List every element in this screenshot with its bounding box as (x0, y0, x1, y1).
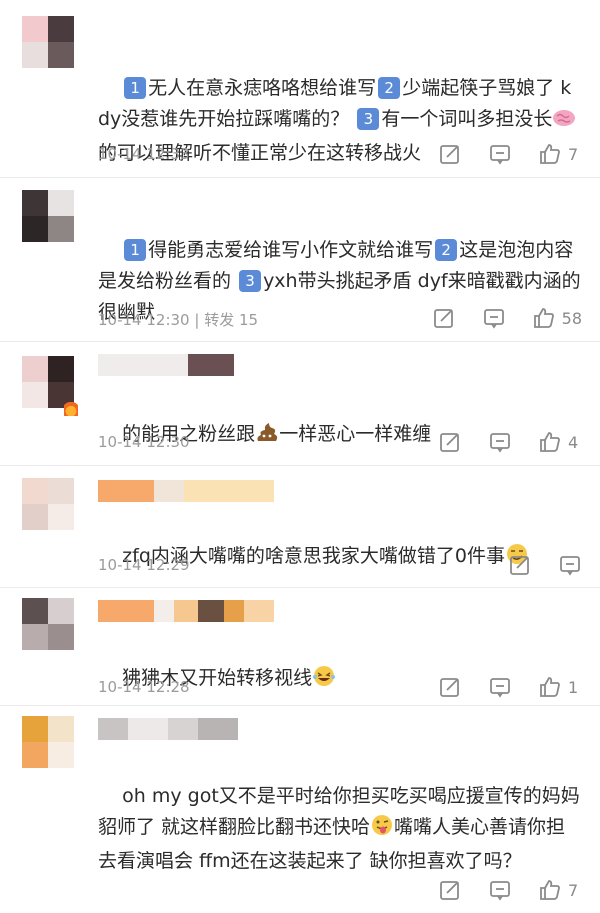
like-count: 1 (568, 677, 579, 697)
avatar[interactable] (22, 716, 74, 768)
comment-button[interactable] (488, 430, 512, 454)
comment-icon (490, 433, 510, 453)
timestamp: 10-14 12:28 (98, 678, 190, 696)
repost-button[interactable] (438, 878, 462, 902)
like-count: 7 (568, 880, 579, 900)
number-badge: 2 (378, 77, 401, 99)
username-blurred[interactable] (98, 718, 238, 740)
like-button[interactable]: 58 (532, 306, 582, 330)
number-badge: 3 (357, 108, 380, 130)
repost-button[interactable] (432, 306, 456, 330)
like-button[interactable]: 4 (538, 430, 582, 454)
comment-button[interactable] (488, 675, 512, 699)
comment-actions: 58 (406, 306, 582, 330)
repost-icon (440, 678, 459, 697)
like-count: 4 (568, 432, 579, 452)
comment-item: 狒狒木又开始转移视线 10-14 12:28 1 (0, 588, 600, 706)
repost-icon (440, 145, 459, 164)
comment-item: 的能用之粉丝跟 一样恶心一样难缠 10-14 12:30 4 (0, 342, 600, 466)
comment-text: 1 无人在意永痣咯咯想给谁写 2 少端起筷子骂娘了 kdy没惹谁先开始拉踩嘴嘴的？ 3… (98, 42, 582, 200)
repost-button[interactable] (438, 430, 462, 454)
like-icon (540, 144, 560, 164)
comment-text: 1 得能勇志爱给谁写小作文就给谁写 2 这是泡泡内容 是发给粉丝看的 3 yxh带头挑起… (98, 239, 581, 323)
username-blurred[interactable] (98, 600, 274, 622)
repost-button[interactable] (438, 142, 462, 166)
like-icon (540, 432, 560, 452)
avatar[interactable] (22, 16, 74, 68)
number-badge: 3 (239, 270, 262, 292)
comment-item: 1 无人在意永痣咯咯想给谁写 2 少端起筷子骂娘了 kdy没惹谁先开始拉踩嘴嘴的？ 3… (0, 0, 600, 178)
comment-icon (483, 309, 504, 329)
repost-icon (433, 309, 453, 328)
number-badge: 1 (124, 239, 147, 261)
number-badge: 2 (435, 239, 458, 261)
laughing-emoji-icon (312, 665, 336, 697)
poop-emoji-icon (255, 421, 279, 453)
fire-badge-icon (64, 400, 78, 416)
repost-button[interactable] (508, 553, 532, 577)
like-icon (540, 880, 560, 900)
comment-item: oh my got又不是平时给你担买吃买喝应援宣传的妈妈貂师了 就这样翻脸比翻书… (0, 706, 600, 913)
comment-item: 1 得能勇志爱给谁写小作文就给谁写 2 这是泡泡内容 是发给粉丝看的 3 yxh带头挑起… (0, 178, 600, 342)
comment-actions: 7 (412, 142, 582, 166)
avatar[interactable] (22, 478, 74, 530)
like-button[interactable]: 7 (538, 142, 582, 166)
comment-icon (560, 556, 580, 576)
timestamp: 10-14 12:30 | 转发 15 (98, 311, 259, 329)
like-count: 58 (561, 308, 582, 328)
like-button[interactable]: 7 (538, 878, 582, 902)
comment-actions (482, 553, 582, 577)
number-badge: 1 (124, 77, 147, 99)
repost-icon (440, 881, 459, 900)
comment-button[interactable] (558, 553, 582, 577)
username-blurred[interactable] (98, 354, 234, 376)
username-blurred[interactable] (98, 480, 274, 502)
comment-icon (490, 881, 510, 901)
comment-actions: 1 (412, 675, 582, 699)
avatar[interactable] (22, 598, 74, 650)
repost-icon (510, 556, 529, 575)
comment-button[interactable] (482, 306, 506, 330)
like-icon (540, 677, 560, 697)
avatar[interactable] (22, 190, 74, 242)
comment-icon (490, 145, 510, 165)
timestamp: 10-14 12:29 (98, 556, 190, 574)
brain-emoji-icon (552, 107, 576, 138)
comment-button[interactable] (488, 878, 512, 902)
timestamp: 10-14 12:33 (98, 145, 190, 163)
comment-actions: 7 (412, 878, 582, 902)
comment-actions: 4 (412, 430, 582, 454)
timestamp: 10-14 12:30 (98, 433, 190, 451)
comment-item: zfq内涵大嘴嘴的啥意思我家大嘴做错了0件事 10-14 12:29 (0, 466, 600, 588)
repost-button[interactable] (438, 675, 462, 699)
like-button[interactable]: 1 (538, 675, 582, 699)
comment-icon (490, 678, 510, 698)
repost-count: 转发 15 (204, 311, 259, 329)
comment-button[interactable] (488, 142, 512, 166)
like-count: 7 (568, 144, 579, 164)
like-icon (533, 308, 554, 328)
repost-icon (440, 433, 459, 452)
tongue-emoji-icon (370, 814, 394, 846)
